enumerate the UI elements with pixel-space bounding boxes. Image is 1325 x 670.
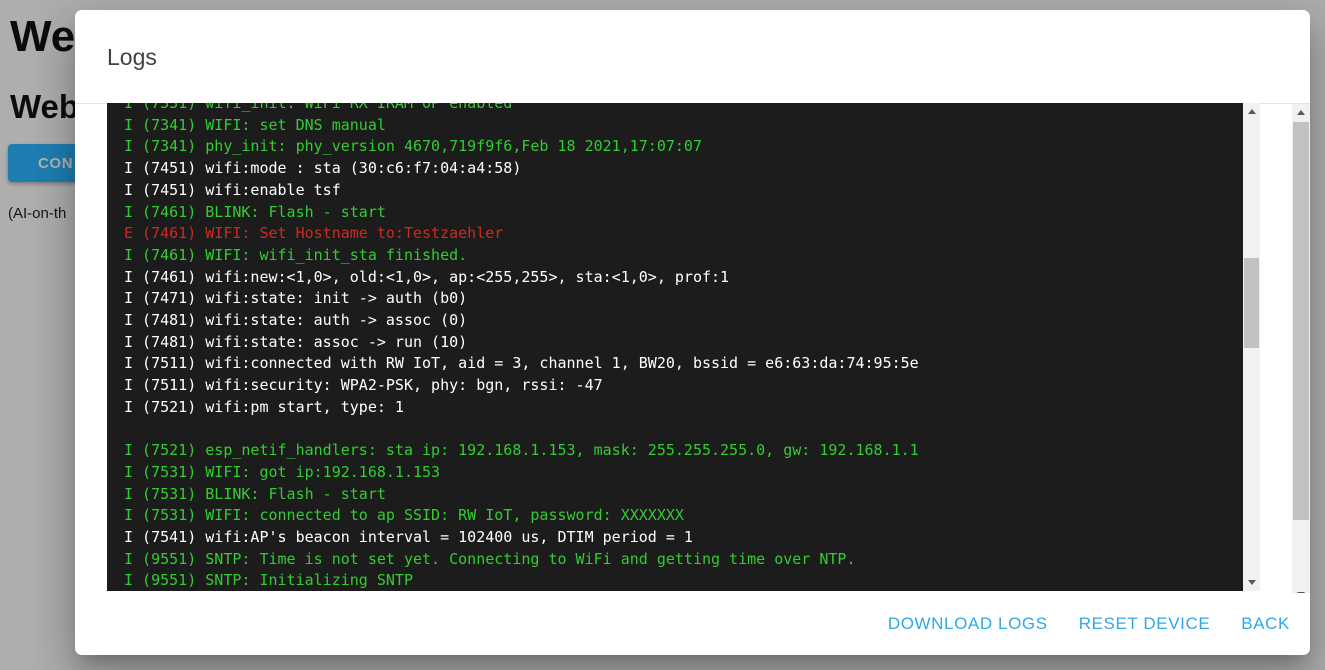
log-line: I (7511) wifi:security: WPA2-PSK, phy: b…: [124, 375, 1243, 397]
console-scroll-down-button[interactable]: [1243, 574, 1260, 591]
log-line: I (7471) wifi:state: init -> auth (b0): [124, 288, 1243, 310]
console-scrollbar[interactable]: [1243, 103, 1260, 591]
log-line: I (7331) wifi_init: WiFi RX IRAM OP enab…: [124, 103, 1243, 115]
log-line: [124, 419, 1243, 441]
log-lines: I (7331) wifi_init: WiFi RX IRAM OP enab…: [107, 103, 1243, 591]
log-line: I (7341) WIFI: set DNS manual: [124, 115, 1243, 137]
dialog-scrollbar-thumb[interactable]: [1293, 122, 1309, 520]
dialog-title: Logs: [107, 44, 157, 71]
log-line: I (7341) phy_init: phy_version 4670,719f…: [124, 136, 1243, 158]
log-line: I (7541) wifi:AP's beacon interval = 102…: [124, 527, 1243, 549]
arrow-up-icon: [1248, 109, 1256, 114]
reset-device-button[interactable]: RESET DEVICE: [1079, 614, 1211, 634]
log-line: I (7531) WIFI: connected to ap SSID: RW …: [124, 505, 1243, 527]
log-console[interactable]: I (7331) wifi_init: WiFi RX IRAM OP enab…: [107, 103, 1260, 591]
log-line: I (7461) WIFI: wifi_init_sta finished.: [124, 245, 1243, 267]
logs-dialog: Logs I (7331) wifi_init: WiFi RX IRAM OP…: [75, 10, 1310, 655]
log-line: I (7461) wifi:new:<1,0>, old:<1,0>, ap:<…: [124, 267, 1243, 289]
log-line: I (7451) wifi:enable tsf: [124, 180, 1243, 202]
log-line: I (9551) SNTP: Time is not set yet. Conn…: [124, 549, 1243, 571]
back-button[interactable]: BACK: [1241, 614, 1290, 634]
log-line: I (7511) wifi:connected with RW IoT, aid…: [124, 353, 1243, 375]
dialog-scrollbar[interactable]: [1292, 104, 1310, 603]
dialog-action-bar: DOWNLOAD LOGS RESET DEVICE BACK: [75, 593, 1310, 655]
log-line: I (9551) SNTP: Initializing SNTP: [124, 570, 1243, 591]
log-line: I (7521) wifi:pm start, type: 1: [124, 397, 1243, 419]
console-scrollbar-thumb[interactable]: [1244, 258, 1259, 348]
dialog-scroll-up-button[interactable]: [1292, 104, 1310, 121]
download-logs-button[interactable]: DOWNLOAD LOGS: [888, 614, 1048, 634]
log-line: I (7531) WIFI: got ip:192.168.1.153: [124, 462, 1243, 484]
console-scroll-up-button[interactable]: [1243, 103, 1260, 120]
arrow-down-icon: [1248, 580, 1256, 585]
log-line: I (7531) BLINK: Flash - start: [124, 484, 1243, 506]
log-line: I (7481) wifi:state: assoc -> run (10): [124, 332, 1243, 354]
log-line: I (7461) BLINK: Flash - start: [124, 202, 1243, 224]
log-line: I (7521) esp_netif_handlers: sta ip: 192…: [124, 440, 1243, 462]
arrow-up-icon: [1297, 110, 1305, 115]
log-line: I (7451) wifi:mode : sta (30:c6:f7:04:a4…: [124, 158, 1243, 180]
log-line: I (7481) wifi:state: auth -> assoc (0): [124, 310, 1243, 332]
log-line: E (7461) WIFI: Set Hostname to:Testzaehl…: [124, 223, 1243, 245]
